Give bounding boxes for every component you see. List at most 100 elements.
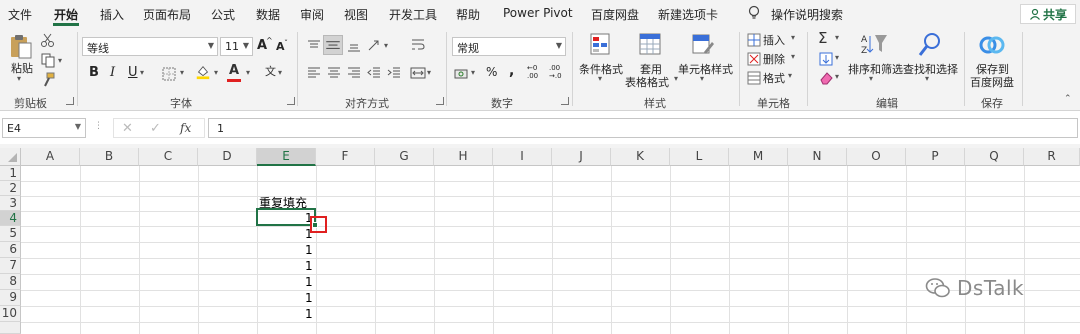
row-header-3[interactable]: 3: [0, 196, 21, 211]
column-header-R[interactable]: R: [1024, 148, 1080, 166]
chevron-down-icon[interactable]: ▾: [835, 72, 839, 81]
chevron-down-icon[interactable]: ▾: [180, 68, 184, 77]
chevron-down-icon[interactable]: ▾: [869, 74, 873, 83]
insert-cells-icon[interactable]: [746, 32, 762, 48]
find-select-icon[interactable]: [917, 31, 943, 59]
row-header-9[interactable]: 9: [0, 290, 21, 306]
drag-handle-icon[interactable]: ⋮: [94, 121, 103, 131]
share-button[interactable]: 共享: [1020, 4, 1076, 24]
paste-dropdown-icon[interactable]: ▾: [17, 74, 21, 83]
chevron-down-icon[interactable]: ▾: [835, 33, 839, 42]
align-top-icon[interactable]: [306, 38, 322, 54]
chevron-down-icon[interactable]: ▾: [925, 74, 929, 83]
align-right-icon[interactable]: [346, 65, 362, 81]
format-cells-icon[interactable]: [746, 70, 762, 86]
chevron-down-icon[interactable]: ▾: [791, 33, 795, 42]
increase-indent-icon[interactable]: [386, 65, 402, 81]
percent-style-button[interactable]: %: [486, 65, 497, 79]
font-size-select[interactable]: 11 ▼: [220, 37, 253, 56]
chevron-down-icon[interactable]: ▾: [140, 68, 144, 77]
chevron-down-icon[interactable]: ▾: [788, 71, 792, 80]
tab-help[interactable]: 帮助: [456, 6, 480, 23]
font-color-button[interactable]: A: [229, 63, 239, 78]
chevron-down-icon[interactable]: ▾: [700, 74, 704, 83]
cancel-icon[interactable]: ✕: [122, 121, 133, 136]
align-bottom-icon[interactable]: [346, 38, 362, 54]
column-header-P[interactable]: P: [906, 148, 965, 166]
tell-me-search[interactable]: 操作说明搜索: [771, 6, 843, 23]
column-header-A[interactable]: A: [21, 148, 80, 166]
paste-button-label[interactable]: 粘贴: [11, 60, 33, 76]
cell-E6[interactable]: 1: [305, 243, 313, 258]
chevron-down-icon[interactable]: ▾: [278, 68, 282, 77]
chevron-down-icon[interactable]: ▾: [598, 74, 602, 83]
wrap-text-icon[interactable]: [410, 37, 426, 53]
format-cells-label[interactable]: 格式: [763, 70, 785, 86]
tab-view[interactable]: 视图: [344, 6, 368, 23]
column-header-F[interactable]: F: [316, 148, 375, 166]
row-header-11[interactable]: [0, 322, 21, 334]
tab-formulas[interactable]: 公式: [211, 6, 235, 23]
column-header-B[interactable]: B: [80, 148, 139, 166]
cell-E10[interactable]: 1: [305, 307, 313, 322]
column-header-O[interactable]: O: [847, 148, 906, 166]
select-all-corner[interactable]: [0, 148, 21, 166]
column-header-C[interactable]: C: [139, 148, 198, 166]
column-header-D[interactable]: D: [198, 148, 257, 166]
delete-cells-icon[interactable]: [746, 51, 762, 67]
underline-button[interactable]: U: [128, 65, 138, 80]
find-select-label[interactable]: 查找和选择: [903, 61, 958, 77]
orientation-icon[interactable]: [366, 38, 382, 54]
comma-style-button[interactable]: ,: [509, 63, 514, 79]
column-header-L[interactable]: L: [670, 148, 729, 166]
clipboard-launcher-icon[interactable]: [66, 97, 74, 105]
chevron-down-icon[interactable]: ▾: [214, 68, 218, 77]
tab-file[interactable]: 文件: [8, 6, 32, 23]
chevron-down-icon[interactable]: ▾: [384, 41, 388, 50]
row-header-10[interactable]: 10: [0, 306, 21, 322]
baidu-netdisk-icon[interactable]: [979, 33, 1005, 57]
font-launcher-icon[interactable]: [287, 97, 295, 105]
decrease-indent-icon[interactable]: [366, 65, 382, 81]
column-header-K[interactable]: K: [611, 148, 670, 166]
copy-icon[interactable]: [40, 52, 56, 68]
phonetic-guide-button[interactable]: 文: [265, 63, 276, 79]
tab-page-layout[interactable]: 页面布局: [143, 6, 191, 23]
accounting-format-icon[interactable]: [454, 66, 470, 82]
tab-new-tab[interactable]: 新建选项卡: [658, 6, 718, 23]
tab-home[interactable]: 开始: [54, 6, 78, 23]
borders-icon[interactable]: [161, 66, 177, 82]
chevron-down-icon[interactable]: ▾: [427, 68, 431, 77]
row-header-5[interactable]: 5: [0, 226, 21, 242]
format-as-table-label-2[interactable]: 表格格式: [625, 74, 669, 90]
column-header-G[interactable]: G: [375, 148, 434, 166]
clear-icon[interactable]: [818, 70, 834, 86]
tab-developer[interactable]: 开发工具: [389, 6, 437, 23]
column-header-N[interactable]: N: [788, 148, 847, 166]
formula-input[interactable]: 1: [208, 118, 1078, 138]
delete-cells-label[interactable]: 删除: [763, 51, 785, 67]
tab-power-pivot[interactable]: Power Pivot: [503, 6, 573, 20]
name-box[interactable]: E4 ▼: [2, 118, 86, 138]
merge-center-icon[interactable]: [410, 65, 426, 81]
chevron-down-icon[interactable]: ▾: [835, 53, 839, 62]
row-header-7[interactable]: 7: [0, 258, 21, 274]
number-format-select[interactable]: 常规 ▼: [452, 37, 566, 56]
conditional-formatting-icon[interactable]: [588, 32, 614, 58]
fill-icon[interactable]: [818, 51, 834, 67]
cell-E9[interactable]: 1: [305, 291, 313, 306]
bold-button[interactable]: B: [89, 65, 99, 80]
column-header-H[interactable]: H: [434, 148, 493, 166]
format-as-table-icon[interactable]: [637, 32, 663, 58]
cell-styles-icon[interactable]: [690, 32, 716, 58]
column-header-E[interactable]: E: [257, 148, 316, 166]
italic-button[interactable]: I: [110, 65, 115, 80]
cell-E8[interactable]: 1: [305, 275, 313, 290]
column-header-Q[interactable]: Q: [965, 148, 1024, 166]
insert-cells-label[interactable]: 插入: [763, 32, 785, 48]
tab-review[interactable]: 审阅: [300, 6, 324, 23]
cell-E7[interactable]: 1: [305, 259, 313, 274]
autosum-button[interactable]: Σ: [818, 29, 827, 47]
format-painter-icon[interactable]: [40, 72, 56, 88]
copy-dropdown-icon[interactable]: ▾: [58, 56, 62, 65]
